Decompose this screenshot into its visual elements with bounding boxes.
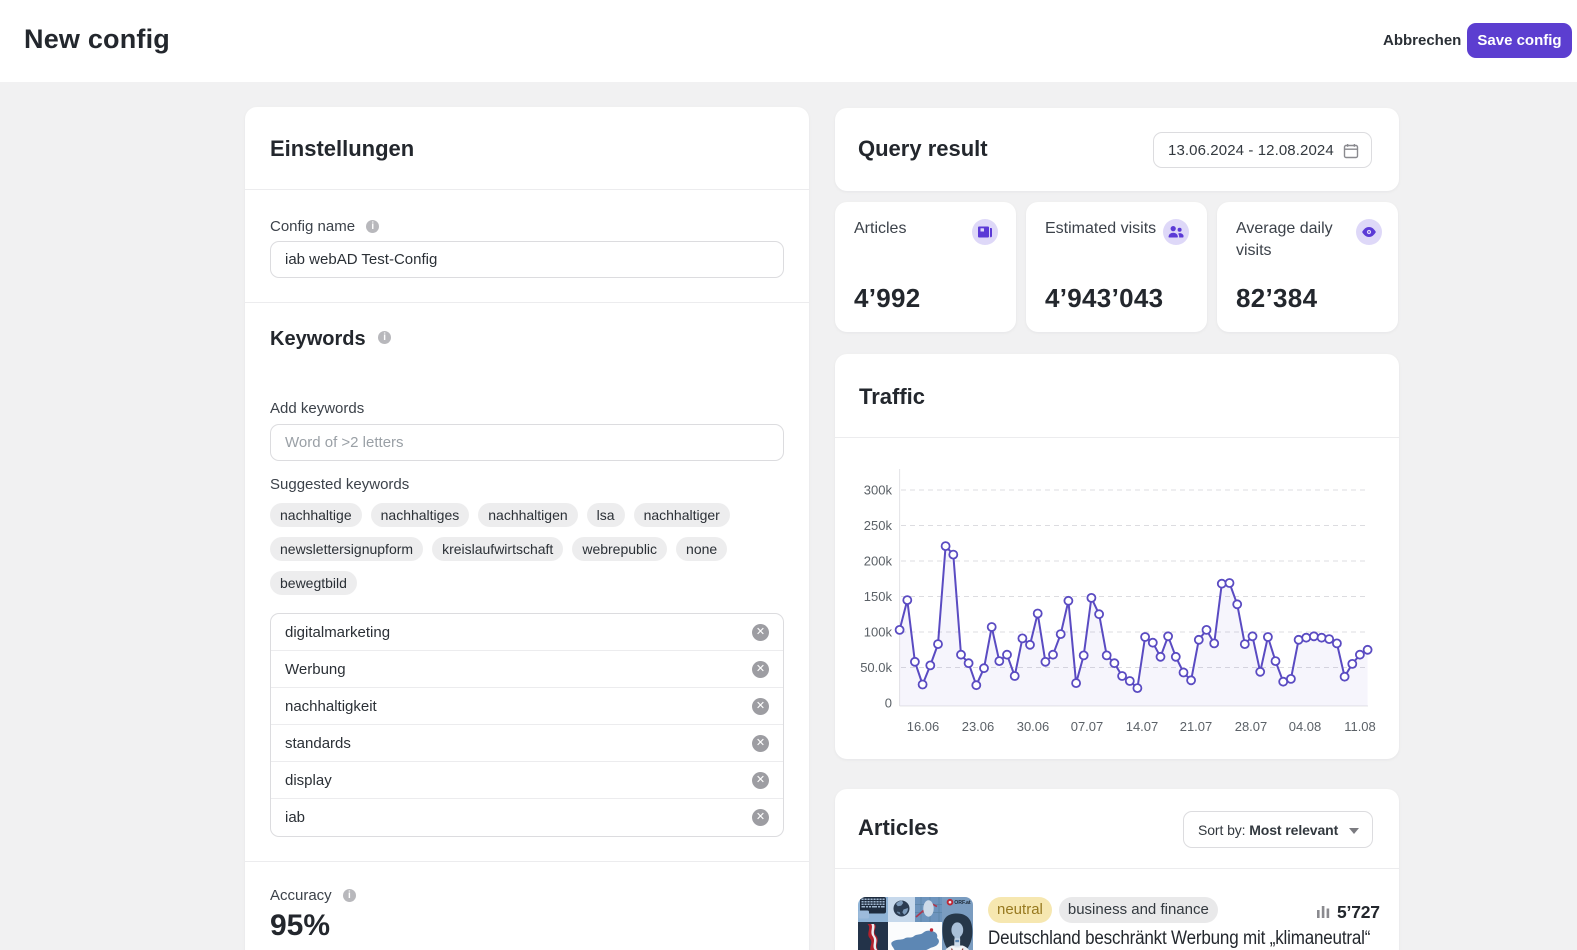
svg-text:50.0k: 50.0k	[860, 660, 892, 675]
svg-text:04.08: 04.08	[1289, 719, 1322, 734]
svg-text:ORF.at: ORF.at	[954, 900, 971, 906]
svg-text:16.06: 16.06	[907, 719, 940, 734]
svg-text:28.07: 28.07	[1235, 719, 1268, 734]
svg-text:23.06: 23.06	[962, 719, 995, 734]
svg-text:30.06: 30.06	[1017, 719, 1050, 734]
svg-text:14.07: 14.07	[1126, 719, 1159, 734]
svg-text:11.08: 11.08	[1344, 719, 1376, 734]
svg-text:100k: 100k	[864, 625, 893, 640]
svg-text:300k: 300k	[864, 483, 893, 498]
svg-text:150k: 150k	[864, 589, 893, 604]
svg-text:250k: 250k	[864, 518, 893, 533]
svg-text:200k: 200k	[864, 554, 893, 569]
svg-text:0: 0	[885, 696, 892, 711]
svg-text:21.07: 21.07	[1180, 719, 1213, 734]
svg-text:07.07: 07.07	[1071, 719, 1104, 734]
